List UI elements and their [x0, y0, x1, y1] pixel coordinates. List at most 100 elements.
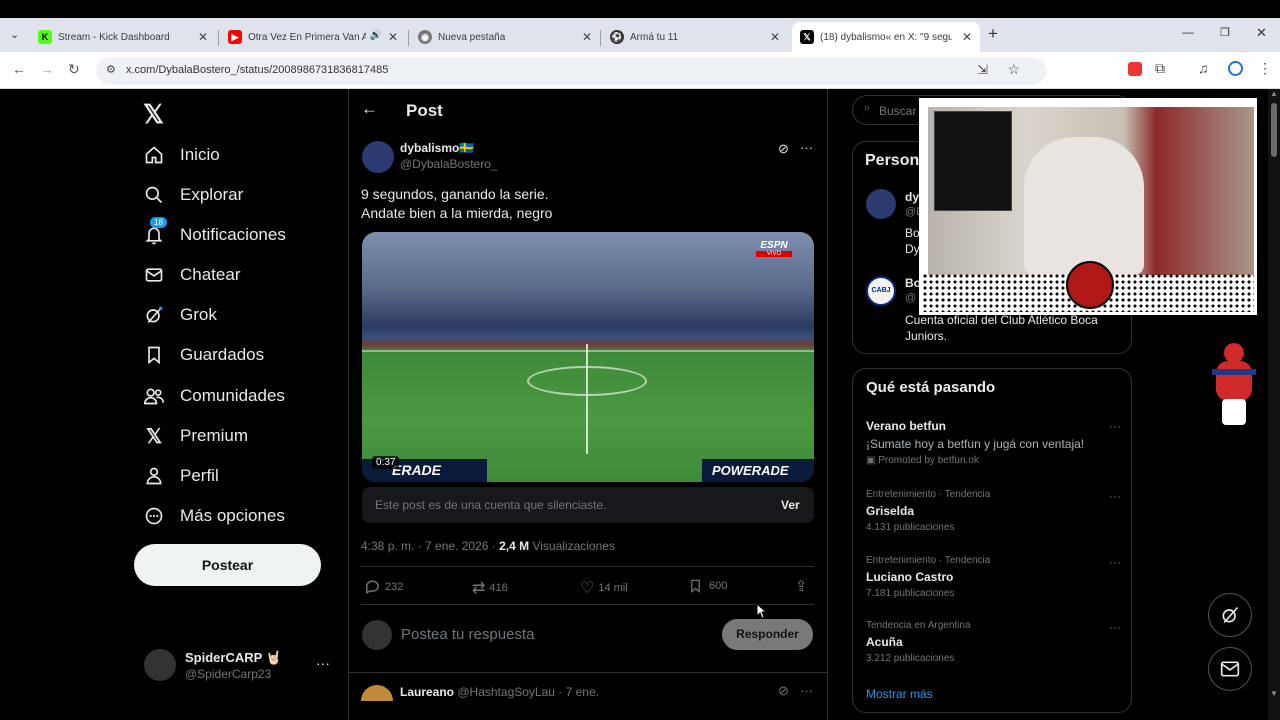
post-text-line2: Andate bien a la mierda, negro: [361, 205, 553, 221]
show-more-link[interactable]: Mostrar más: [866, 687, 933, 701]
people-icon: [142, 384, 166, 408]
grok-icon[interactable]: ⊘: [778, 683, 789, 699]
more-dots-icon[interactable]: ···: [1109, 620, 1121, 634]
menu-dots-icon[interactable]: ⋮: [1258, 60, 1272, 77]
trend-category: Tendencia en Argentina: [866, 620, 971, 631]
account-handle: @SpiderCarp23: [185, 667, 272, 681]
more-dots-icon[interactable]: ···: [316, 655, 330, 671]
reply-author-handle[interactable]: @HashtagSoyLau · 7 ene.: [457, 685, 599, 699]
more-dots-icon[interactable]: ···: [800, 140, 813, 155]
my-avatar: [362, 620, 392, 650]
author-handle[interactable]: @DybalaBostero_: [400, 157, 498, 171]
repost-count: 416: [489, 582, 508, 594]
minimize-icon[interactable]: —: [1182, 25, 1194, 39]
browser-address-bar: ← → ↻ ⚙ x.com/DybalaBostero_/status/2008…: [0, 52, 1280, 89]
like-action[interactable]: ♡ 14 mil: [580, 578, 628, 598]
sidebar-item-inicio[interactable]: Inicio: [142, 140, 220, 170]
back-arrow-icon[interactable]: ←: [361, 99, 378, 119]
grok-icon[interactable]: ⊘: [778, 141, 789, 157]
reload-icon[interactable]: ↻: [68, 61, 80, 78]
sidebar-item-chatear[interactable]: Chatear: [142, 260, 240, 290]
tab-title: Stream - Kick Dashboard: [58, 31, 170, 43]
new-tab-icon[interactable]: +: [988, 24, 998, 44]
sidebar-item-grok[interactable]: Grok: [142, 300, 217, 330]
forward-icon[interactable]: →: [40, 61, 54, 77]
view-muted-button[interactable]: Ver: [781, 498, 800, 512]
bookmark-icon: [691, 579, 700, 593]
omnibox[interactable]: ⚙ x.com/DybalaBostero_/status/2008986731…: [96, 57, 1046, 85]
person-icon: [142, 464, 166, 488]
sidebar-item-mas-opciones[interactable]: Más opciones: [142, 501, 285, 531]
cast-icon[interactable]: ⇲: [977, 62, 988, 78]
trend-item[interactable]: Tendencia en Argentina Acuña 3.212 publi…: [866, 620, 1121, 664]
repost-action[interactable]: ⇄ 416: [472, 578, 508, 598]
share-icon[interactable]: ⇪: [795, 577, 808, 595]
person-name[interactable]: dy: [905, 190, 919, 204]
messages-float-button[interactable]: [1208, 647, 1252, 691]
sidebar-item-notificaciones[interactable]: 18 Notificaciones: [142, 217, 286, 250]
more-dots-icon[interactable]: ···: [1109, 555, 1121, 569]
author-name[interactable]: dybalismo🇸🇪: [400, 141, 474, 155]
boca-logo[interactable]: CABJ: [866, 276, 896, 306]
more-dots-icon[interactable]: ···: [800, 683, 813, 698]
reply-count: 232: [385, 580, 404, 593]
sidebar-item-premium[interactable]: 𝕏 Premium: [142, 421, 248, 451]
sidebar-item-comunidades[interactable]: Comunidades: [142, 381, 285, 411]
restore-icon[interactable]: ❐: [1220, 26, 1230, 39]
close-tab-icon[interactable]: ✕: [388, 30, 398, 44]
person-bio-line2: Dy: [905, 242, 920, 256]
sidebar-item-label: Grok: [180, 305, 217, 324]
speaker-icon[interactable]: 🔊: [370, 30, 382, 41]
video-player[interactable]: ERADE POWERADE ESPN VIVO 0:37: [362, 232, 814, 482]
search-icon: ⌕: [864, 102, 871, 114]
tab-x-post[interactable]: 𝕏 (18) dybalismo« en X: "9 segun ✕: [792, 22, 980, 52]
window-close-icon[interactable]: ✕: [1256, 25, 1267, 41]
more-dots-icon[interactable]: ···: [1109, 419, 1121, 433]
x-logo-icon[interactable]: 𝕏: [143, 99, 164, 130]
close-tab-icon[interactable]: ✕: [770, 30, 780, 44]
site-info-icon[interactable]: ⚙: [106, 63, 116, 76]
post-button[interactable]: Postear: [134, 544, 321, 586]
promoted-trend[interactable]: Verano betfun ¡Sumate hoy a betfun y jug…: [866, 419, 1121, 466]
reply-avatar[interactable]: [361, 685, 393, 701]
bookmark-action[interactable]: 600: [688, 578, 727, 594]
puzzle-icon[interactable]: ⧉: [1155, 60, 1165, 77]
profile-icon[interactable]: [1228, 61, 1243, 76]
url-text[interactable]: x.com/DybalaBostero_/status/200898673183…: [126, 64, 388, 76]
author-avatar[interactable]: [362, 141, 394, 173]
sidebar-item-explorar[interactable]: Explorar: [142, 180, 243, 210]
more-circle-icon: [142, 504, 166, 528]
more-dots-icon[interactable]: ···: [1109, 489, 1121, 503]
back-icon[interactable]: ←: [12, 61, 26, 77]
close-tab-icon[interactable]: ✕: [962, 30, 972, 44]
trend-item[interactable]: Entretenimiento · Tendencia Luciano Cast…: [866, 555, 1121, 599]
webcam-feed: [928, 107, 1254, 275]
reply-input[interactable]: Postea tu respuesta: [401, 626, 534, 643]
grok-float-button[interactable]: [1208, 593, 1252, 637]
tab-youtube[interactable]: ▶ Otra Vez En Primera Van A 🔊 ✕: [220, 22, 406, 52]
extension-icon[interactable]: [1128, 62, 1142, 76]
reply-author-name[interactable]: Laureano: [400, 685, 454, 699]
reply-action[interactable]: 232: [364, 578, 403, 595]
star-icon[interactable]: ☆: [1007, 61, 1020, 78]
trend-item[interactable]: Entretenimiento · Tendencia Griselda 4.1…: [866, 489, 1121, 533]
person-avatar[interactable]: [866, 189, 896, 219]
scroll-down-icon[interactable]: ▼: [1270, 689, 1278, 698]
sidebar-item-perfil[interactable]: Perfil: [142, 461, 219, 491]
trend-count: 4.131 publicaciones: [866, 522, 955, 533]
divider: [361, 604, 814, 605]
scroll-up-icon[interactable]: ▲: [1270, 89, 1278, 98]
tab-arma-tu-11[interactable]: ⚽ Armá tu 11 ✕: [602, 22, 788, 52]
sidebar-item-guardados[interactable]: Guardados: [142, 340, 264, 370]
post-timestamp[interactable]: 4:38 p. m. · 7 ene. 2026 ·: [361, 539, 496, 553]
tab-kick[interactable]: K Stream - Kick Dashboard ✕: [30, 22, 216, 52]
scrollbar-thumb[interactable]: [1271, 103, 1277, 157]
tab-new[interactable]: ◉ Nueva pestaña ✕: [410, 22, 600, 52]
tab-search-chevron-icon[interactable]: ⌄: [10, 28, 19, 41]
media-control-icon[interactable]: ♫: [1198, 60, 1209, 76]
account-switcher[interactable]: SpiderCARP 🤘🏻 @SpiderCarp23 ···: [144, 645, 336, 685]
close-tab-icon[interactable]: ✕: [582, 30, 592, 44]
close-tab-icon[interactable]: ✕: [198, 30, 208, 44]
scrollbar[interactable]: ▲ ▼: [1268, 89, 1280, 720]
reply-button[interactable]: Responder: [722, 619, 813, 650]
